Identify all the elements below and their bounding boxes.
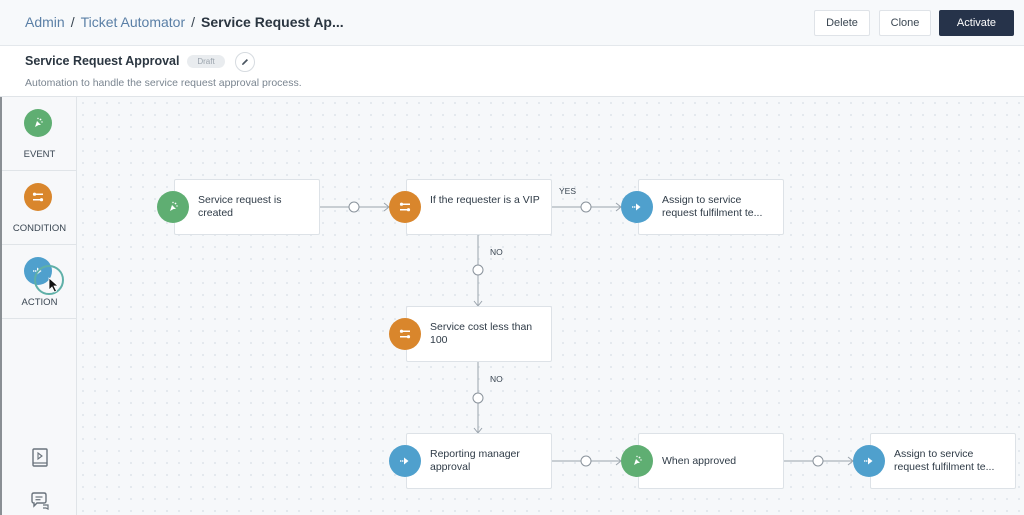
breadcrumb-current: Service Request Ap...: [201, 14, 344, 30]
automation-description: Automation to handle the service request…: [25, 77, 302, 89]
palette-condition[interactable]: CONDITION: [2, 171, 77, 245]
node-text: Service cost less than 100: [430, 321, 533, 346]
palette-label: EVENT: [23, 149, 56, 160]
flow-node-event[interactable]: When approved: [638, 433, 784, 489]
activate-button[interactable]: Activate: [939, 10, 1014, 36]
mouse-cursor-icon: [48, 277, 60, 293]
breadcrumb-separator: /: [191, 14, 195, 30]
chat-icon[interactable]: [29, 490, 51, 512]
node-text: When approved: [662, 455, 737, 467]
automation-title: Service Request Approval: [25, 54, 180, 68]
node-text: Assign to service request fulfilment te.…: [662, 194, 763, 219]
no-label: NO: [490, 247, 503, 257]
status-badge: Draft: [187, 55, 225, 68]
top-bar: Admin / Ticket Automator / Service Reque…: [0, 0, 1024, 46]
event-icon: [24, 109, 52, 137]
node-text: If the requester is a VIP: [430, 194, 540, 206]
flow-node-action[interactable]: Reporting manager approval: [406, 433, 552, 489]
action-icon[interactable]: [389, 445, 421, 477]
flow-node-action[interactable]: Assign to service request fulfilment te.…: [638, 179, 784, 235]
node-palette: EVENT CONDITION ACTION: [0, 97, 77, 515]
delete-button[interactable]: Delete: [814, 10, 870, 36]
event-icon[interactable]: [621, 445, 653, 477]
breadcrumb: Admin / Ticket Automator / Service Reque…: [25, 14, 344, 30]
condition-icon[interactable]: [389, 191, 421, 223]
action-icon[interactable]: [621, 191, 653, 223]
breadcrumb-ticket-automator[interactable]: Ticket Automator: [81, 14, 186, 30]
node-text: Service request is created: [198, 194, 282, 219]
breadcrumb-separator: /: [70, 14, 75, 30]
automation-header: Service Request Approval Draft Automatio…: [0, 46, 1024, 97]
palette-label: CONDITION: [12, 223, 67, 234]
flow-node-action[interactable]: Assign to service request fulfilment te.…: [870, 433, 1016, 489]
condition-icon: [24, 183, 52, 211]
edit-button[interactable]: [235, 52, 255, 72]
clone-button[interactable]: Clone: [879, 10, 931, 36]
playbook-icon[interactable]: [29, 447, 51, 469]
no-label: NO: [490, 374, 503, 384]
action-icon[interactable]: [853, 445, 885, 477]
flow-node-event[interactable]: Service request is created: [174, 179, 320, 235]
breadcrumb-admin[interactable]: Admin: [25, 14, 65, 30]
node-text: Assign to service request fulfilment te.…: [894, 448, 995, 473]
pencil-icon: [242, 59, 248, 65]
palette-label: ACTION: [21, 297, 58, 308]
flow-node-condition[interactable]: Service cost less than 100: [406, 306, 552, 362]
palette-event[interactable]: EVENT: [2, 97, 77, 171]
palette-action[interactable]: ACTION: [2, 245, 77, 319]
flow-node-condition[interactable]: If the requester is a VIP: [406, 179, 552, 235]
event-icon[interactable]: [157, 191, 189, 223]
condition-icon[interactable]: [389, 318, 421, 350]
node-text: Reporting manager approval: [430, 448, 520, 473]
yes-label: YES: [559, 186, 577, 196]
